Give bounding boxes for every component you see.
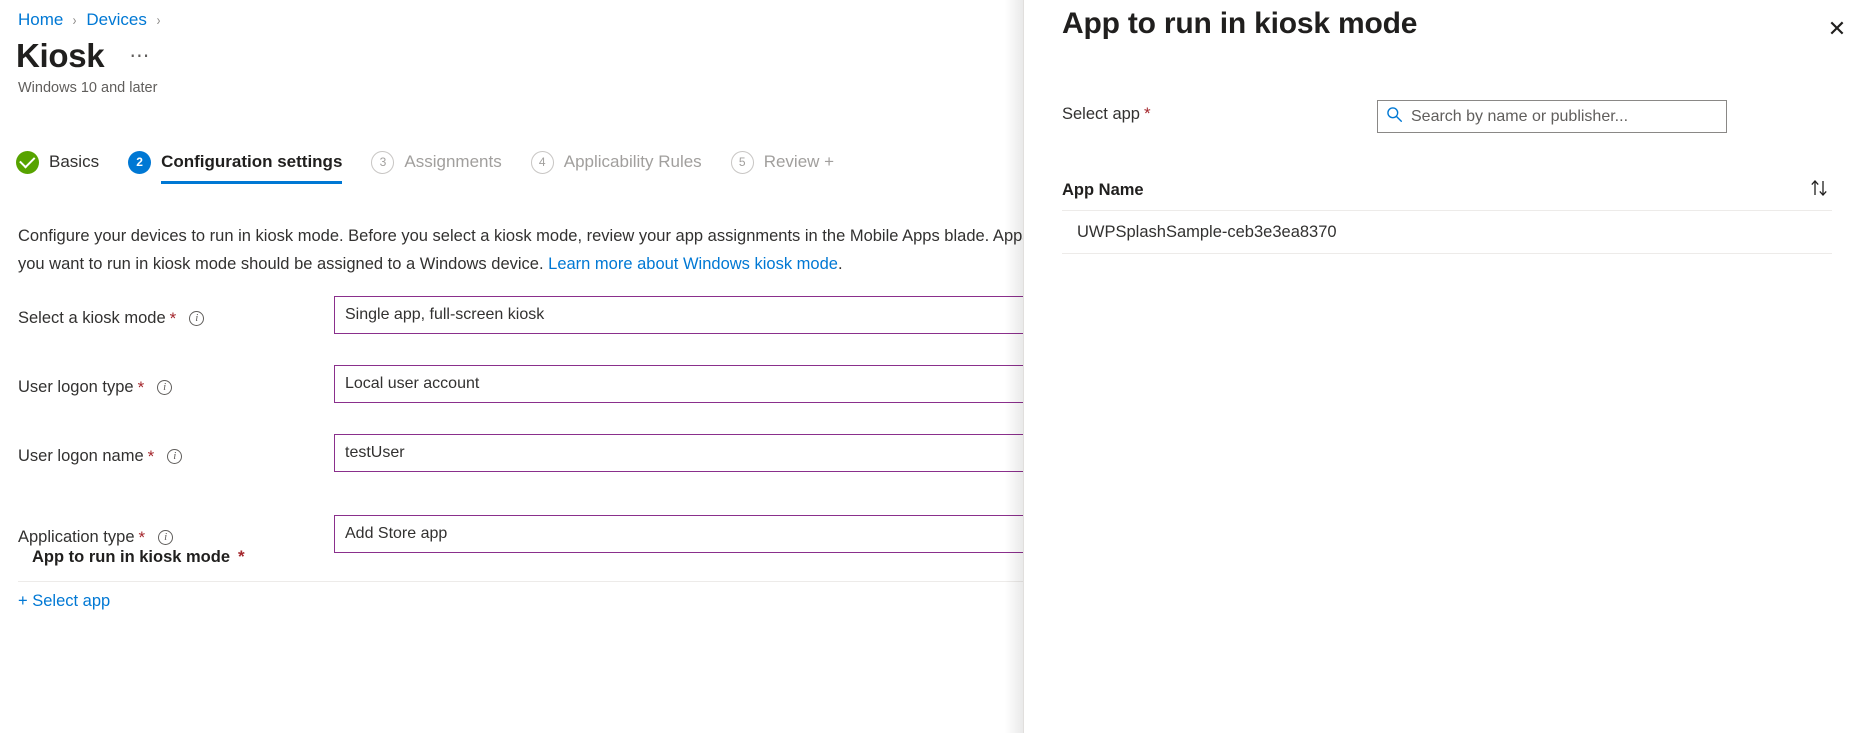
page-title: Kiosk — [16, 36, 104, 76]
page-title-row: Kiosk ⋯ — [16, 36, 151, 82]
form-row-user-logon-type: User logon type * i Local user account — [0, 365, 1023, 434]
info-icon[interactable]: i — [157, 380, 172, 395]
step-number-badge: 5 — [731, 151, 754, 174]
form-row-user-logon-name: User logon name * i testUser — [0, 434, 1023, 484]
tab-configuration-settings[interactable]: 2 Configuration settings — [128, 140, 342, 184]
form-row-kiosk-mode: Select a kiosk mode * i Single app, full… — [0, 296, 1023, 365]
breadcrumb: Home › Devices › — [18, 8, 170, 32]
user-logon-type-dropdown[interactable]: Local user account — [334, 365, 1023, 403]
tab-configuration-settings-label: Configuration settings — [161, 152, 342, 172]
breadcrumb-separator-icon: › — [156, 12, 160, 29]
learn-more-link[interactable]: Learn more about Windows kiosk mode — [548, 255, 838, 273]
app-section-title: App to run in kiosk mode — [32, 548, 230, 567]
blade-description-text: Configure your devices to run in kiosk m… — [18, 227, 1023, 273]
blade-description-text-end: . — [838, 255, 843, 273]
step-number-badge: 3 — [371, 151, 394, 174]
blade-description: Configure your devices to run in kiosk m… — [18, 222, 1023, 278]
tab-applicability-rules[interactable]: 4 Applicability Rules — [531, 140, 702, 184]
select-app-label: Select app — [1062, 105, 1140, 124]
app-section-title-group: App to run in kiosk mode * — [32, 548, 245, 567]
required-indicator: * — [148, 450, 155, 464]
info-icon[interactable]: i — [167, 449, 182, 464]
tab-assignments[interactable]: 3 Assignments — [371, 140, 501, 184]
tab-review-create[interactable]: 5 Review + — [731, 140, 834, 184]
required-indicator: * — [138, 381, 145, 395]
select-app-link[interactable]: + Select app — [18, 592, 110, 611]
apps-table: App Name UWPSplashSample-ceb3e3ea8370 — [1062, 170, 1832, 254]
kiosk-mode-label-group: Select a kiosk mode * i — [18, 309, 204, 328]
user-logon-type-value: Local user account — [345, 375, 479, 393]
info-icon[interactable]: i — [158, 530, 173, 545]
panel-title: App to run in kiosk mode — [1062, 7, 1417, 41]
required-indicator: * — [238, 550, 245, 564]
wizard-tabs: Basics 2 Configuration settings 3 Assign… — [16, 140, 863, 186]
kiosk-mode-dropdown[interactable]: Single app, full-screen kiosk — [334, 296, 1023, 334]
breadcrumb-item-devices[interactable]: Devices — [86, 10, 146, 30]
search-input[interactable] — [1411, 108, 1718, 126]
close-icon[interactable]: ✕ — [1820, 12, 1854, 46]
configuration-form: Select a kiosk mode * i Single app, full… — [0, 296, 1023, 553]
required-indicator: * — [170, 312, 177, 326]
tab-basics-label: Basics — [49, 152, 99, 172]
required-indicator: * — [139, 531, 146, 545]
step-complete-icon — [16, 151, 39, 174]
application-type-label: Application type — [18, 528, 135, 547]
tab-review-create-label: Review + — [764, 152, 834, 172]
breadcrumb-item-home[interactable]: Home — [18, 10, 63, 30]
application-type-label-group: Application type * i — [18, 528, 173, 547]
search-box[interactable] — [1377, 100, 1727, 133]
step-number-badge: 4 — [531, 151, 554, 174]
tab-active-underline — [161, 181, 342, 184]
page-subtitle: Windows 10 and later — [18, 80, 157, 96]
more-options-icon[interactable]: ⋯ — [129, 36, 151, 82]
column-header-app-name[interactable]: App Name — [1062, 181, 1144, 200]
kiosk-mode-label: Select a kiosk mode — [18, 309, 166, 328]
required-indicator: * — [1144, 107, 1151, 121]
user-logon-name-label: User logon name — [18, 447, 144, 466]
user-logon-name-label-group: User logon name * i — [18, 447, 182, 466]
form-row-application-type: Application type * i Add Store app — [0, 484, 1023, 553]
app-name-cell: UWPSplashSample-ceb3e3ea8370 — [1077, 223, 1337, 242]
tab-assignments-label: Assignments — [404, 152, 501, 172]
search-icon — [1386, 106, 1403, 128]
app-picker-panel: App to run in kiosk mode ✕ Select app * … — [1023, 0, 1866, 733]
sort-icon[interactable] — [1808, 178, 1830, 203]
select-app-label-group: Select app * — [1062, 105, 1151, 124]
application-type-value: Add Store app — [345, 525, 447, 543]
main-blade: Home › Devices › Kiosk ⋯ Windows 10 and … — [0, 0, 1023, 733]
tab-basics[interactable]: Basics — [16, 140, 99, 184]
user-logon-name-input[interactable]: testUser — [334, 434, 1023, 472]
user-logon-name-value: testUser — [345, 444, 405, 462]
application-type-dropdown[interactable]: Add Store app — [334, 515, 1023, 553]
tab-applicability-rules-label: Applicability Rules — [564, 152, 702, 172]
user-logon-type-label: User logon type — [18, 378, 134, 397]
info-icon[interactable]: i — [189, 311, 204, 326]
apps-table-header: App Name — [1062, 170, 1832, 211]
breadcrumb-separator-icon: › — [73, 12, 77, 29]
kiosk-mode-value: Single app, full-screen kiosk — [345, 306, 544, 324]
table-row[interactable]: UWPSplashSample-ceb3e3ea8370 — [1062, 211, 1832, 254]
step-number-badge: 2 — [128, 151, 151, 174]
section-divider — [18, 581, 1023, 582]
user-logon-type-label-group: User logon type * i — [18, 378, 172, 397]
